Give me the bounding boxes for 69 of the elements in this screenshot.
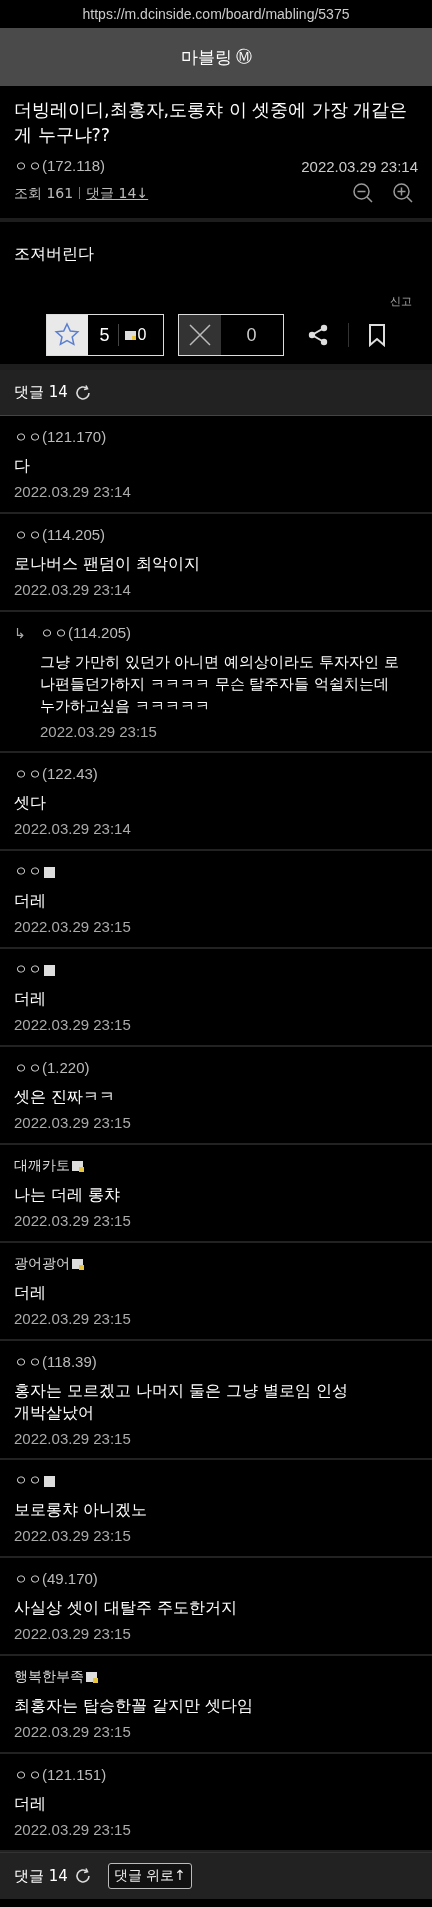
- comment-text: 셋은 진짜ㅋㅋ: [14, 1087, 116, 1108]
- post-author: ㅇㅇ(172.118): [14, 156, 106, 176]
- dislike-count: 0: [245, 324, 258, 346]
- comment-date: 2022.03.29 23:15: [14, 1309, 132, 1329]
- comment-date: 2022.03.29 23:15: [14, 1820, 132, 1840]
- url-text: https://m.dcinside.com/board/mabling/5375: [82, 6, 350, 22]
- scroll-to-comments-button[interactable]: 댓글 위로↑: [107, 1863, 193, 1889]
- comment-text: 사실상 셋이 대탈주 주도한거지: [14, 1598, 238, 1619]
- comment-author: 대깨카토: [14, 1157, 70, 1175]
- comment-text: 홍자는 모르겠고 나머지 둘은 그냥 별로임 인성 개박살났어: [14, 1381, 349, 1424]
- gallery-mark-label: Ⓜ: [235, 46, 252, 68]
- comment-author: 광어광어: [14, 1255, 70, 1273]
- recommend-button[interactable]: [46, 315, 88, 355]
- bookmark-icon[interactable]: [366, 323, 387, 347]
- comment-text: 다: [14, 456, 31, 477]
- comment-text: 나는 더레 롱챠: [14, 1185, 121, 1206]
- post-title: 더빙레이디,최홍자,도롱챠 이 셋중에 가장 개같은게 누구냐??: [14, 99, 409, 147]
- comment-author: ㅇㅇ(118.39): [14, 1352, 97, 1372]
- comment-date: 2022.03.29 23:15: [14, 1211, 132, 1231]
- close-icon: [186, 322, 213, 348]
- view-count: 조회 161: [14, 184, 74, 203]
- comment-date: 2022.03.29 23:14: [14, 580, 132, 600]
- comment-date: 2022.03.29 23:15: [14, 917, 132, 937]
- refresh-icon[interactable]: [73, 383, 92, 402]
- recommend-count: 5: [98, 324, 111, 346]
- comment-date: 2022.03.29 23:15: [14, 1015, 132, 1035]
- gallery-title[interactable]: 마블링: [180, 45, 232, 69]
- fixed-recommend-count: 0: [137, 326, 147, 344]
- comment-text: 그냥 가만히 있던가 아니면 예의상이라도 투자자인 로나편들던가하지 ㅋㅋㅋㅋ 무슨 탈주자들 억쉴치는데 누가하고싶음 ㅋㅋㅋㅋㅋ: [40, 652, 400, 717]
- zoom-in-icon[interactable]: [392, 182, 414, 204]
- comment-text: 더레: [14, 989, 47, 1010]
- comment-text: 더레: [14, 1283, 47, 1304]
- comment-text: 최홍자는 탑승한꼴 같지만 셋다임: [14, 1696, 254, 1717]
- comment-text: 더레: [14, 1794, 47, 1815]
- comment-text: 셋다: [14, 793, 47, 814]
- zoom-out-icon[interactable]: [352, 182, 374, 204]
- comment-author: ㅇㅇ(114.205): [14, 525, 106, 545]
- comment-date: 2022.03.29 23:15: [14, 1624, 132, 1644]
- comment-author: ㅇㅇ: [14, 1472, 42, 1490]
- comment-author: ㅇㅇ(49.170): [14, 1569, 98, 1589]
- comment-text: 보로롱챠 아니겠노: [14, 1500, 148, 1521]
- comment-date: 2022.03.29 23:15: [14, 1722, 132, 1742]
- comment-author: ㅇㅇ(121.170): [14, 427, 107, 447]
- post-body: 조져버린다: [14, 243, 95, 265]
- dislike-button[interactable]: [178, 315, 221, 355]
- comment-text: 로나버스 팬덤이 최악이지: [14, 554, 201, 575]
- comment-author: ㅇㅇ(121.151): [14, 1765, 107, 1785]
- star-icon: [54, 322, 80, 348]
- comment-author: ㅇㅇ(122.43): [14, 764, 98, 784]
- comment-date: 2022.03.29 23:15: [14, 1113, 132, 1133]
- comment-author: 행복한부족: [14, 1668, 84, 1686]
- comment-count-link[interactable]: 댓글 14↓: [86, 178, 149, 208]
- refresh-icon[interactable]: [73, 1867, 92, 1885]
- comment-text: 더레: [14, 891, 47, 912]
- comment-count: 댓글 14: [14, 1866, 68, 1886]
- comment-date: 2022.03.29 23:14: [14, 482, 132, 502]
- comment-date: 2022.03.29 23:15: [14, 1526, 132, 1546]
- comment-date: 2022.03.29 23:15: [40, 722, 158, 742]
- comment-author: ㅇㅇ: [14, 961, 42, 979]
- comment-date: 2022.03.29 23:15: [14, 1429, 132, 1449]
- comment-date: 2022.03.29 23:14: [14, 819, 132, 839]
- comment-author: ㅇㅇ(114.205): [40, 623, 132, 643]
- comment-count: 댓글 14: [14, 383, 68, 402]
- reply-arrow: ↳: [14, 624, 27, 643]
- post-date: 2022.03.29 23:14: [301, 157, 418, 175]
- comment-author: ㅇㅇ: [14, 863, 42, 881]
- comment-author: ㅇㅇ(1.220): [14, 1058, 90, 1078]
- report-link[interactable]: 신고: [390, 295, 412, 308]
- member-icon: [124, 330, 136, 340]
